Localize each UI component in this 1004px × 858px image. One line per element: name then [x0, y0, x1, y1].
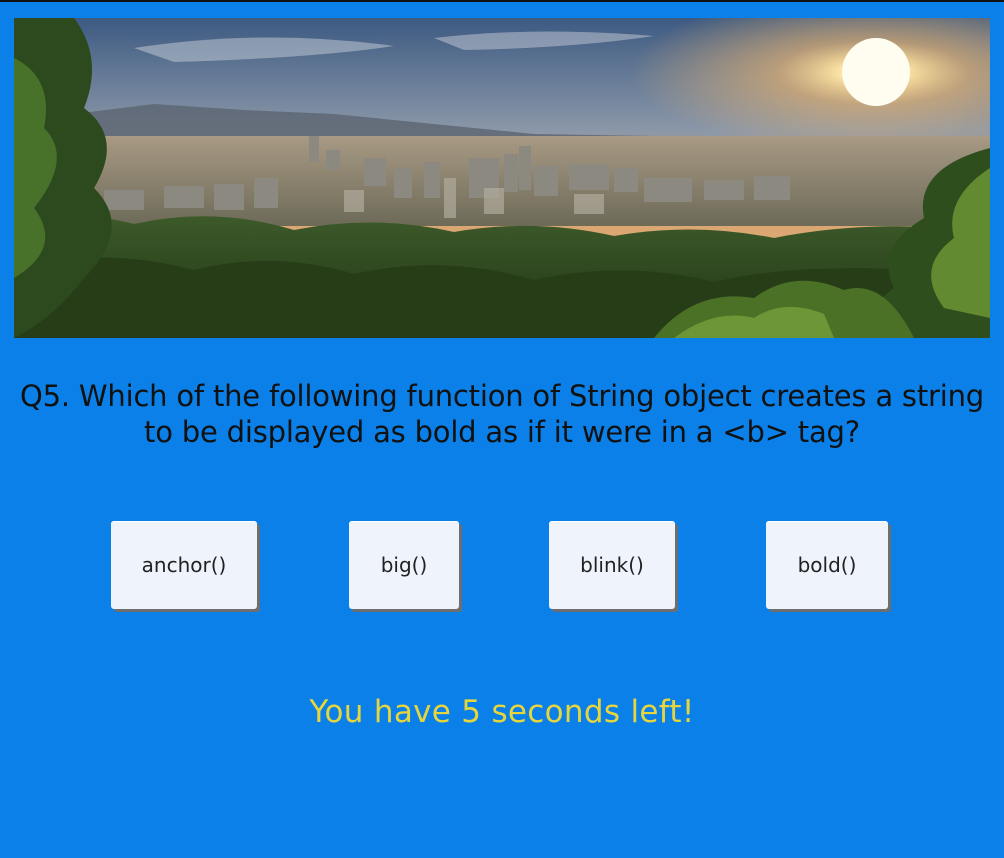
timer-message: You have 5 seconds left! [309, 694, 695, 730]
answer-button-anchor[interactable]: anchor() [111, 521, 257, 609]
answer-button-blink[interactable]: blink() [549, 521, 675, 609]
question-line-1: Q5. Which of the following function of S… [20, 379, 984, 413]
answer-button-big[interactable]: big() [349, 521, 459, 609]
answer-button-bold[interactable]: bold() [766, 521, 888, 609]
question-line-2: to be displayed as bold as if it were in… [144, 415, 860, 449]
banner-image [14, 18, 990, 338]
question-text: Q5. Which of the following function of S… [0, 378, 1004, 450]
